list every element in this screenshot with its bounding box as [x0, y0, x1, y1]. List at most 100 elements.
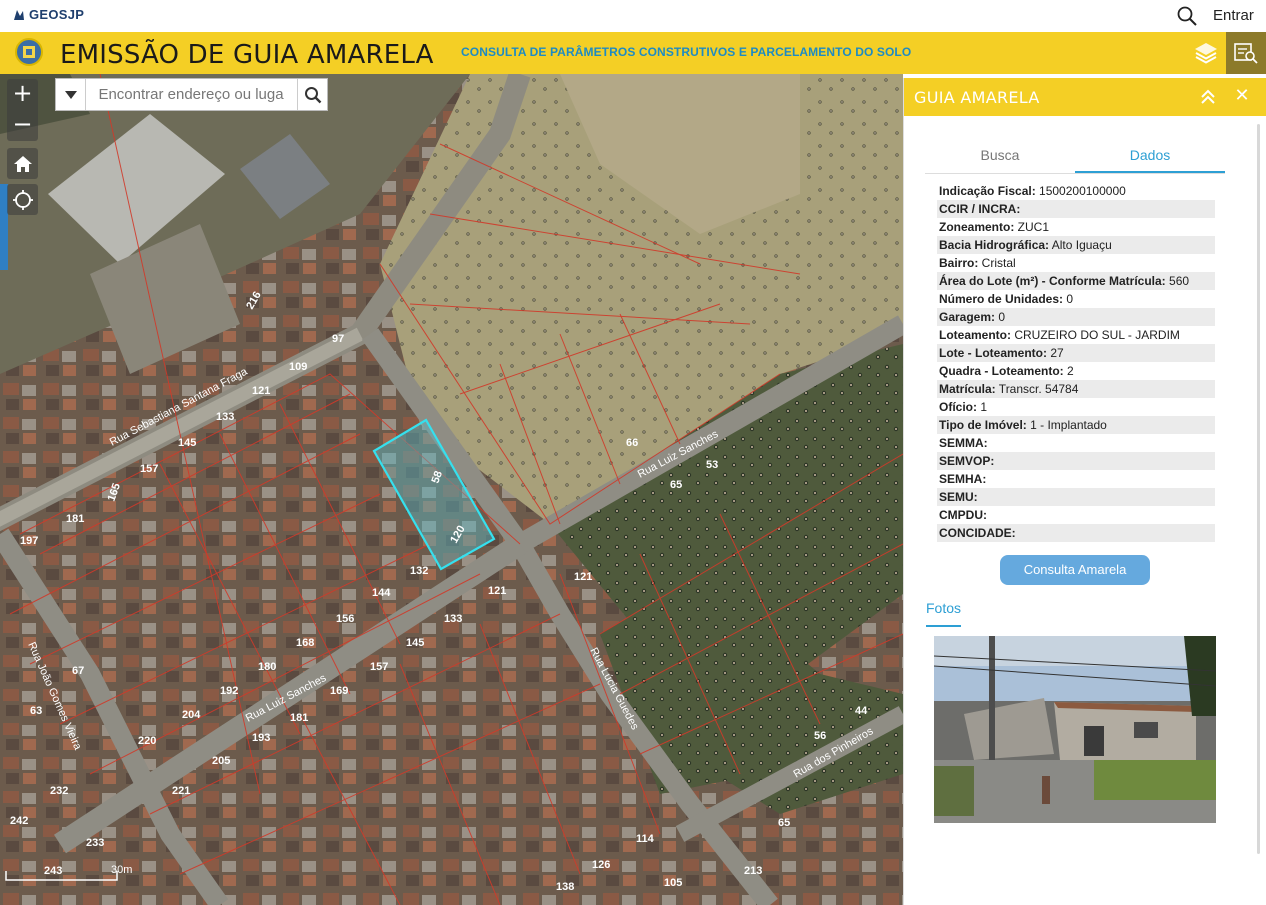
layers-icon [1195, 43, 1217, 64]
map-view[interactable]: 216 97 109 121 133 145 157 165 181 197 5… [0, 74, 903, 905]
document-search-icon [1234, 43, 1258, 64]
svg-text:133: 133 [216, 411, 234, 423]
property-value: 1500200100000 [1035, 184, 1126, 198]
property-row: Número de Unidades: 0 [937, 290, 1215, 308]
close-icon[interactable]: ✕ [1231, 86, 1253, 108]
property-value: Cristal [978, 256, 1016, 270]
svg-text:132: 132 [410, 565, 428, 577]
svg-text:193: 193 [252, 732, 270, 744]
svg-text:66: 66 [626, 437, 638, 449]
property-row: SEMHA: [937, 470, 1215, 488]
geosjp-logo[interactable]: GEOSJP [12, 7, 84, 22]
fotos-heading: Fotos [926, 600, 962, 616]
panel-scrollbar[interactable] [1257, 124, 1260, 854]
property-value: 1 - Implantado [1026, 418, 1107, 432]
property-row: Garagem: 0 [937, 308, 1215, 326]
property-row: Quadra - Loteamento: 2 [937, 362, 1215, 380]
home-button[interactable] [7, 148, 38, 179]
svg-text:157: 157 [140, 463, 158, 475]
street-photo[interactable] [934, 636, 1216, 823]
svg-text:44: 44 [855, 705, 868, 717]
property-label: Tipo de Imóvel: [939, 418, 1027, 432]
property-label: Indicação Fiscal: [939, 184, 1036, 198]
app-header: EMISSÃO DE GUIA AMARELA CONSULTA DE PARÂ… [0, 32, 1266, 74]
svg-text:144: 144 [372, 587, 391, 599]
panel-header: GUIA AMARELA ✕ [904, 78, 1266, 116]
svg-text:157: 157 [370, 661, 388, 673]
search-input[interactable] [86, 79, 298, 110]
property-row: Área do Lote (m²) - Conforme Matrícula: … [937, 272, 1215, 290]
svg-text:180: 180 [258, 661, 276, 673]
consulta-amarela-button[interactable]: Consulta Amarela [1000, 555, 1150, 585]
address-search [55, 78, 328, 111]
svg-text:197: 197 [20, 535, 38, 547]
svg-text:97: 97 [332, 333, 344, 345]
property-value: 27 [1047, 346, 1064, 360]
property-label: CMPDU: [939, 508, 987, 522]
property-row: Ofício: 1 [937, 398, 1215, 416]
svg-text:121: 121 [574, 571, 592, 583]
svg-text:156: 156 [336, 613, 354, 625]
zoom-control: + − [7, 79, 38, 141]
property-row: Matrícula: Transcr. 54784 [937, 380, 1215, 398]
collapse-icon[interactable] [1198, 87, 1218, 107]
svg-text:213: 213 [744, 865, 762, 877]
tab-dados[interactable]: Dados [1075, 142, 1225, 173]
svg-text:138: 138 [556, 881, 574, 893]
page-title: EMISSÃO DE GUIA AMARELA [60, 40, 434, 70]
svg-text:121: 121 [252, 385, 270, 397]
layers-button[interactable] [1188, 37, 1224, 69]
svg-text:221: 221 [172, 785, 190, 797]
property-label: Ofício: [939, 400, 977, 414]
property-row: CMPDU: [937, 506, 1215, 524]
property-label: Bacia Hidrográfica: [939, 238, 1050, 252]
property-label: SEMU: [939, 490, 978, 504]
guia-amarela-panel: GUIA AMARELA ✕ Busca Dados Indicação Fis… [903, 78, 1266, 905]
property-row: SEMVOP: [937, 452, 1215, 470]
property-row: Tipo de Imóvel: 1 - Implantado [937, 416, 1215, 434]
svg-text:53: 53 [706, 459, 718, 471]
svg-text:109: 109 [289, 361, 307, 373]
property-value: 0 [1063, 292, 1074, 306]
login-link[interactable]: Entrar [1213, 7, 1254, 24]
locate-button[interactable] [7, 184, 38, 215]
property-label: CCIR / INCRA: [939, 202, 1021, 216]
svg-text:192: 192 [220, 685, 238, 697]
property-label: Matrícula: [939, 382, 996, 396]
property-label: Zoneamento: [939, 220, 1015, 234]
svg-text:56: 56 [814, 730, 826, 742]
svg-text:145: 145 [406, 637, 424, 649]
guide-tool-button[interactable] [1226, 32, 1266, 74]
city-seal-icon [15, 38, 43, 66]
property-value: 560 [1165, 274, 1190, 288]
crosshair-icon [12, 189, 33, 210]
property-row: Bacia Hidrográfica: Alto Iguaçu [937, 236, 1215, 254]
property-row: Indicação Fiscal: 1500200100000 [937, 182, 1215, 200]
property-label: Lote - Loteamento: [939, 346, 1047, 360]
search-source-dropdown[interactable] [56, 79, 87, 110]
scale-bar: 30m [5, 864, 145, 885]
panel-tabs: Busca Dados [925, 142, 1225, 174]
property-label: Garagem: [939, 310, 996, 324]
property-value: 0 [995, 310, 1006, 324]
page-subtitle: CONSULTA DE PARÂMETROS CONSTRUTIVOS E PA… [461, 45, 912, 59]
property-label: Loteamento: [939, 328, 1011, 342]
svg-text:114: 114 [636, 833, 655, 845]
svg-text:121: 121 [488, 585, 506, 597]
svg-text:168: 168 [296, 637, 314, 649]
svg-text:63: 63 [30, 705, 42, 717]
property-value: CRUZEIRO DO SUL - JARDIM [1011, 328, 1180, 342]
property-label: CONCIDADE: [939, 526, 1016, 540]
zoom-in-button[interactable]: + [7, 79, 38, 110]
property-label: Área do Lote (m²) - Conforme Matrícula: [939, 274, 1166, 288]
search-button[interactable] [297, 79, 327, 110]
property-row: Zoneamento: ZUC1 [937, 218, 1215, 236]
property-label: Número de Unidades: [939, 292, 1064, 306]
svg-text:181: 181 [66, 513, 84, 525]
property-label: SEMVOP: [939, 454, 995, 468]
svg-text:205: 205 [212, 755, 230, 767]
property-label: Bairro: [939, 256, 979, 270]
tab-busca[interactable]: Busca [925, 142, 1075, 173]
search-icon[interactable] [1176, 5, 1198, 27]
zoom-out-button[interactable]: − [7, 110, 38, 141]
